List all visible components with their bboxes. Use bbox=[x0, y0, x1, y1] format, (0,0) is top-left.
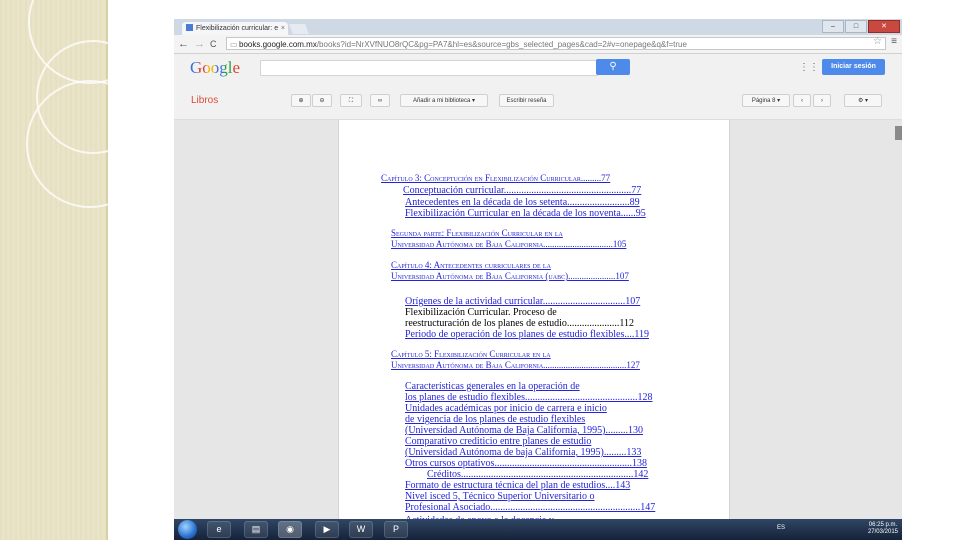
close-window-button[interactable]: ✕ bbox=[868, 20, 900, 33]
browser-tabstrip: Flexibilización curricular: e × – □ ✕ bbox=[174, 19, 902, 35]
window-controls: – □ ✕ bbox=[822, 20, 900, 33]
previous-page-button[interactable]: ‹ bbox=[793, 94, 811, 107]
url-path: /books?id=NrXVfNUO8rQC&pg=PA7&hl=es&sour… bbox=[316, 40, 687, 49]
google-books-favicon-icon bbox=[186, 24, 193, 31]
sign-in-button[interactable]: Iniciar sesión bbox=[822, 59, 885, 75]
forward-button[interactable]: → bbox=[194, 36, 205, 52]
link-icon: ∞ bbox=[377, 98, 383, 104]
gear-icon: ⚙ bbox=[857, 98, 864, 104]
toc-entry[interactable]: Otros cursos optativos..................… bbox=[405, 458, 647, 469]
toc-entry[interactable]: Unidades académicas por inicio de carrer… bbox=[405, 403, 607, 414]
toc-entry[interactable]: Periodo de operación de los planes de es… bbox=[405, 329, 649, 340]
zoom-out-icon: ⊖ bbox=[319, 98, 325, 104]
google-logo-text: Google bbox=[190, 58, 241, 77]
chevron-down-icon: ▾ bbox=[472, 98, 476, 104]
language-indicator[interactable]: ES bbox=[777, 525, 785, 531]
google-header: Google ⚲ ⋮⋮⋮ Iniciar sesión bbox=[174, 54, 902, 86]
toc-entry[interactable]: Capítulo 3: Conceptución en Flexibilizac… bbox=[381, 173, 610, 183]
system-clock[interactable]: 06:25 p.m. 27/03/2015 bbox=[868, 522, 898, 536]
chevron-left-icon: ‹ bbox=[801, 98, 803, 104]
books-toolbar: Libros ⊕ ⊖ ⛶ ∞ Añadir a mi biblioteca ▾ … bbox=[174, 86, 902, 120]
file-explorer-icon[interactable]: ▤ bbox=[244, 521, 268, 538]
search-button[interactable]: ⚲ bbox=[596, 59, 630, 75]
toc-entry[interactable]: Flexibilización Curricular en la década … bbox=[405, 208, 646, 219]
fullscreen-icon: ⛶ bbox=[348, 98, 354, 104]
vertical-scrollbar[interactable] bbox=[895, 126, 902, 140]
google-logo[interactable]: Google bbox=[190, 58, 240, 78]
toc-entry[interactable]: Orígenes de la actividad curricular.....… bbox=[405, 296, 640, 307]
toc-entry[interactable]: Universidad Autónoma de Baja California.… bbox=[391, 360, 640, 370]
zoom-in-button[interactable]: ⊕ bbox=[291, 94, 311, 107]
toc-entry[interactable]: Capítulo 4: Antecedentes curriculares de… bbox=[391, 260, 551, 270]
toc-entry[interactable]: Segunda parte: Flexibilización Curricula… bbox=[391, 228, 563, 238]
toc-entry[interactable]: los planes de estudio flexibles.........… bbox=[405, 392, 652, 403]
fullscreen-button[interactable]: ⛶ bbox=[340, 94, 362, 107]
search-icon: ⚲ bbox=[609, 61, 617, 72]
toc-entry[interactable]: Profesional Asociado....................… bbox=[405, 502, 655, 513]
media-player-icon[interactable]: ▶ bbox=[315, 521, 339, 538]
toc-entry[interactable]: de vigencia de los planes de estudio fle… bbox=[405, 414, 585, 425]
windows-taskbar: e ▤ ◉ ▶ W P ES 06:25 p.m. 27/03/2015 bbox=[174, 519, 902, 540]
chevron-down-icon: ▾ bbox=[777, 98, 781, 104]
zoom-out-button[interactable]: ⊖ bbox=[312, 94, 332, 107]
internet-explorer-icon[interactable]: e bbox=[207, 521, 231, 538]
decoration-ring bbox=[26, 80, 154, 208]
toc-entry[interactable]: Antecedentes en la década de los setenta… bbox=[405, 197, 640, 208]
browser-screenshot: Flexibilización curricular: e × – □ ✕ ← … bbox=[174, 19, 902, 540]
toc-entry: Flexibilización Curricular. Proceso de bbox=[405, 307, 557, 318]
tab-title: Flexibilización curricular: e bbox=[196, 25, 279, 32]
chrome-icon[interactable]: ◉ bbox=[278, 521, 302, 538]
toc-entry[interactable]: Formato de estructura técnica del plan d… bbox=[405, 480, 630, 491]
toc-entry[interactable]: (Universidad Autónoma de baja California… bbox=[405, 447, 641, 458]
chrome-menu-icon[interactable]: ≡ bbox=[891, 36, 897, 47]
page-icon: ▭ bbox=[230, 40, 238, 49]
toc-entry: reestructuración de los planes de estudi… bbox=[405, 318, 635, 329]
new-tab-button[interactable] bbox=[289, 24, 309, 34]
chevron-down-icon: ▾ bbox=[865, 98, 869, 104]
toc-entry[interactable]: (Universidad Autónoma de Baja California… bbox=[405, 425, 643, 436]
maximize-button[interactable]: □ bbox=[845, 20, 867, 33]
write-review-button[interactable]: Escribir reseña bbox=[499, 94, 554, 107]
url-domain: books.google.com.mx bbox=[239, 40, 317, 49]
toc-entry[interactable]: Nivel isced 5, Técnico Superior Universi… bbox=[405, 491, 595, 502]
toc-entry[interactable]: Comparativo crediticio entre planes de e… bbox=[405, 436, 591, 447]
zoom-in-icon: ⊕ bbox=[298, 98, 304, 104]
toc-entry[interactable]: Conceptuación curricular................… bbox=[403, 185, 641, 196]
toc-entry[interactable]: Capítulo 5: Flexibilización Curricular e… bbox=[391, 349, 551, 359]
tab-close-icon[interactable]: × bbox=[281, 22, 285, 35]
back-button[interactable]: ← bbox=[178, 36, 189, 52]
minimize-button[interactable]: – bbox=[822, 20, 844, 33]
browser-tab[interactable]: Flexibilización curricular: e × bbox=[182, 22, 288, 35]
url-field[interactable]: ▭ books.google.com.mx/books?id=NrXVfNUO8r… bbox=[226, 37, 886, 50]
next-page-button[interactable]: › bbox=[813, 94, 831, 107]
chevron-right-icon: › bbox=[821, 98, 823, 104]
page-select-dropdown[interactable]: Página 8 ▾ bbox=[742, 94, 790, 107]
add-to-library-button[interactable]: Añadir a mi biblioteca ▾ bbox=[400, 94, 488, 107]
add-to-library-label: Añadir a mi biblioteca bbox=[412, 98, 471, 104]
powerpoint-icon[interactable]: P bbox=[384, 521, 408, 538]
book-page: Capítulo 3: Conceptución en Flexibilizac… bbox=[338, 120, 730, 540]
clock-time: 06:25 p.m. bbox=[868, 522, 898, 528]
link-button[interactable]: ∞ bbox=[370, 94, 390, 107]
toc-entry[interactable]: Universidad Autónoma de Baja California … bbox=[391, 271, 629, 281]
toc-entry[interactable]: Universidad Autónoma de Baja California.… bbox=[391, 239, 626, 249]
reload-button[interactable]: C bbox=[210, 36, 217, 52]
start-button[interactable] bbox=[178, 520, 197, 539]
clock-date: 27/03/2015 bbox=[867, 529, 898, 535]
settings-button[interactable]: ⚙ ▾ bbox=[844, 94, 882, 107]
address-bar-row: ← → C ▭ books.google.com.mx/books?id=NrXV… bbox=[174, 35, 902, 54]
word-icon[interactable]: W bbox=[349, 521, 373, 538]
slide-decoration bbox=[0, 0, 154, 540]
section-title[interactable]: Libros bbox=[191, 95, 218, 106]
toc-entry[interactable]: Créditos................................… bbox=[427, 469, 648, 480]
bookmark-star-icon[interactable]: ☆ bbox=[873, 36, 882, 47]
page-select-label: Página 8 bbox=[751, 98, 776, 104]
book-viewer[interactable]: Capítulo 3: Conceptución en Flexibilizac… bbox=[174, 120, 902, 540]
toc-entry[interactable]: Características generales en la operació… bbox=[405, 381, 580, 392]
search-input[interactable] bbox=[260, 60, 598, 76]
